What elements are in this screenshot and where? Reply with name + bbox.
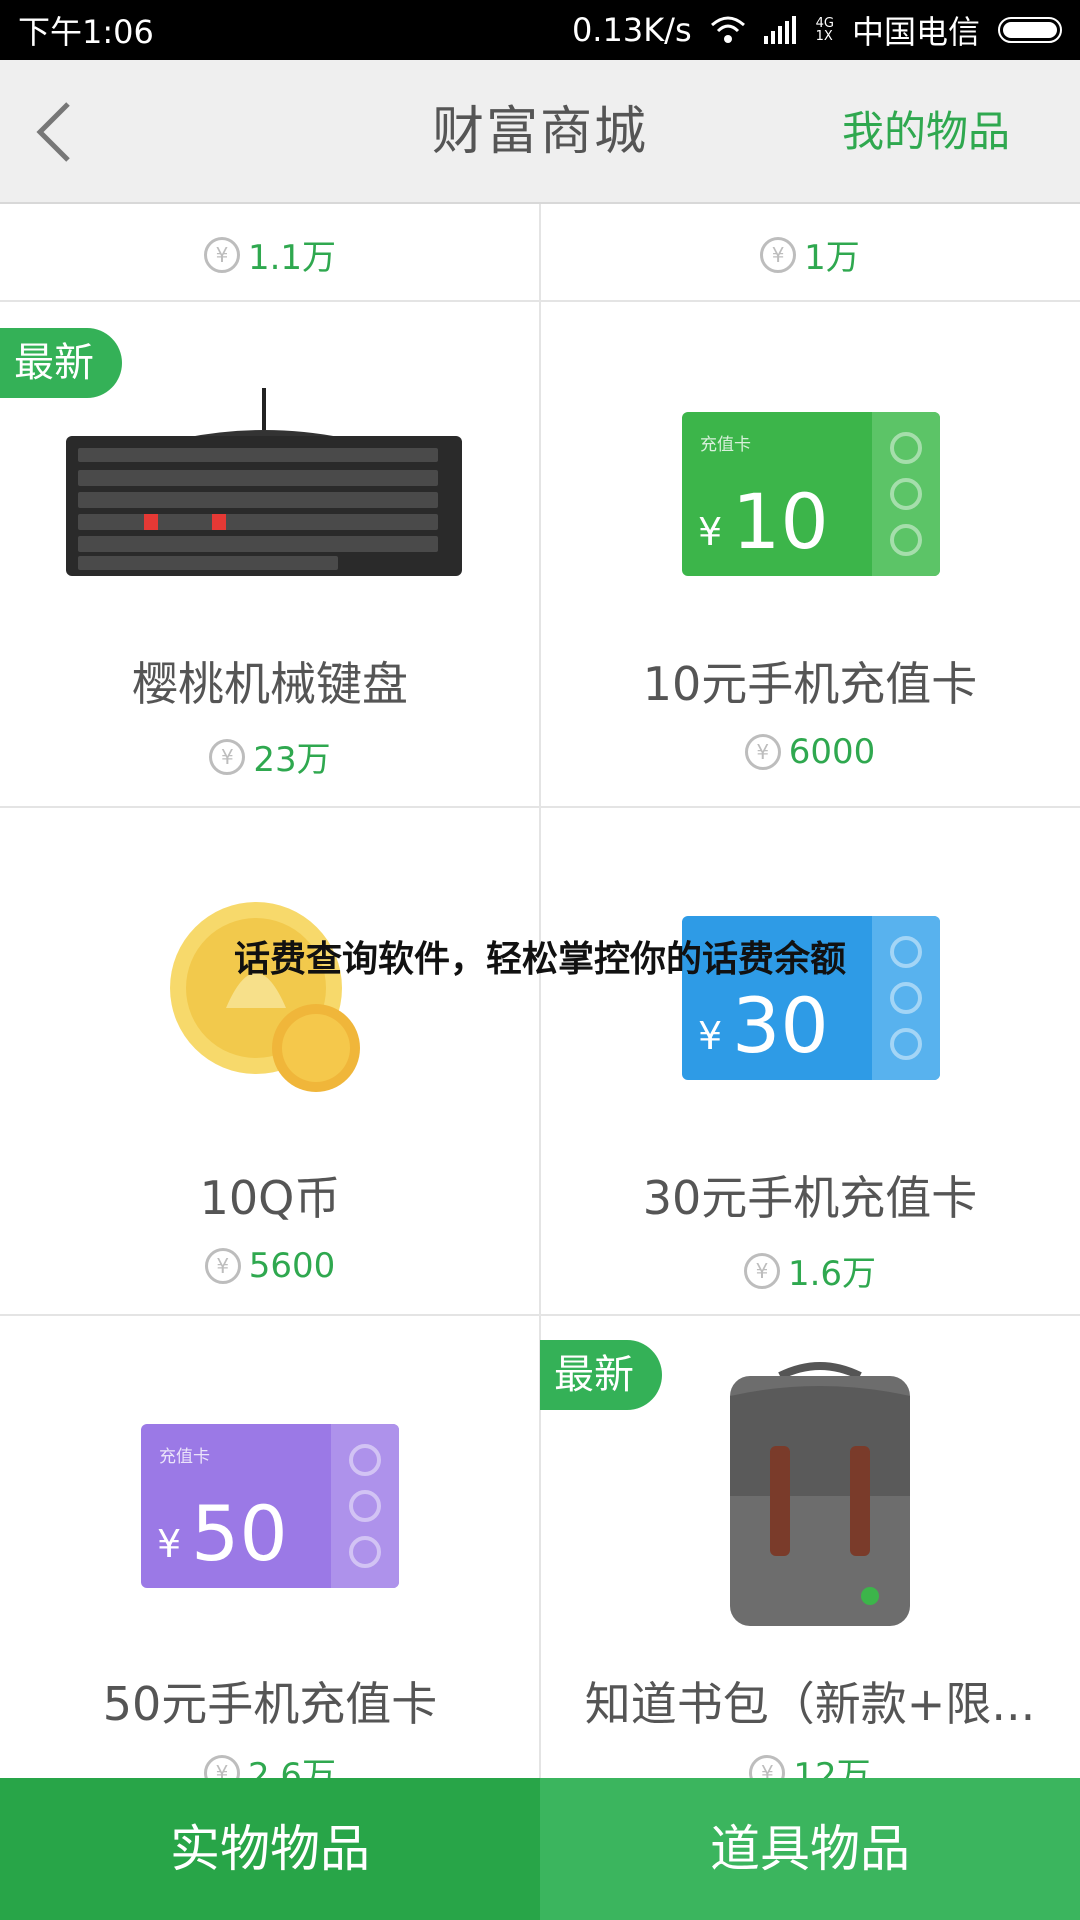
backpack-image (730, 1362, 910, 1626)
product-price: 1万 (804, 238, 860, 278)
mobile-icon (890, 478, 922, 510)
mobile-icon (890, 982, 922, 1014)
status-bar: 下午1:06 0.13K/s 4G 1X 中国电信 (0, 0, 1080, 60)
telecom-icon (890, 524, 922, 556)
recharge-card-image: 充值卡 ¥ 10 (682, 412, 940, 576)
coin-icon: ¥ (743, 1252, 780, 1289)
unicom-icon (890, 432, 922, 464)
nav-bar: 财富商城 我的物品 (0, 60, 1080, 204)
battery-icon (998, 17, 1062, 43)
product-name: 知道书包（新款+限... (584, 1677, 1036, 1731)
product-grid: ¥ 1.1万 ¥ 1万 最新 樱桃机械键盘 ¥ 23万 充值卡 ¥ 10 10元… (0, 204, 1080, 1778)
product-price: 23万 (253, 740, 331, 780)
coin-icon: ¥ (749, 1754, 786, 1778)
product-price: 1.6万 (787, 1254, 877, 1294)
wifi-icon (710, 16, 745, 43)
product-card-keyboard[interactable]: 最新 樱桃机械键盘 ¥ 23万 (0, 302, 540, 806)
network-type: 4G 1X (815, 16, 834, 44)
unicom-icon (349, 1444, 381, 1476)
qcoin-image (170, 902, 360, 1092)
signal-icon (763, 16, 796, 44)
coin-icon: ¥ (760, 236, 797, 273)
status-indicators: 0.13K/s 4G 1X 中国电信 (572, 7, 1062, 53)
my-items-link[interactable]: 我的物品 (842, 60, 1010, 204)
product-card-recharge-50[interactable]: 充值卡 ¥ 50 50元手机充值卡 ¥ 2.6万 (0, 1316, 540, 1778)
product-price: 1.1万 (247, 238, 337, 278)
product-price: 5600 (248, 1246, 336, 1286)
tab-virtual-items[interactable]: 道具物品 (540, 1778, 1080, 1920)
mobile-icon (349, 1490, 381, 1522)
coin-icon: ¥ (204, 1248, 241, 1284)
coin-icon: ¥ (203, 236, 240, 273)
recharge-card-image: 充值卡 ¥ 50 (141, 1424, 399, 1588)
carrier-name: 中国电信 (851, 13, 980, 51)
product-card-partial[interactable]: ¥ 1.1万 (0, 204, 540, 300)
coin-icon: ¥ (209, 738, 246, 775)
telecom-icon (890, 1028, 922, 1060)
network-speed: 0.13K/s (571, 11, 692, 49)
product-name: 10元手机充值卡 (642, 657, 978, 711)
product-name: 50元手机充值卡 (102, 1677, 438, 1731)
keyboard-image (66, 388, 462, 576)
product-name: 10Q币 (199, 1171, 341, 1225)
bottom-tab-bar: 实物物品 道具物品 (0, 1778, 1080, 1920)
telecom-icon (349, 1536, 381, 1568)
product-name: 樱桃机械键盘 (132, 657, 408, 711)
product-name: 30元手机充值卡 (642, 1171, 978, 1225)
product-card-recharge-10[interactable]: 充值卡 ¥ 10 10元手机充值卡 ¥ 6000 (540, 302, 1080, 806)
product-price: 12万 (793, 1756, 871, 1778)
coin-icon: ¥ (744, 734, 781, 770)
status-time: 下午1:06 (18, 13, 154, 51)
product-card-qcoin[interactable]: 10Q币 ¥ 5600 (0, 808, 540, 1314)
overlay-headline: 话费查询软件，轻松掌控你的话费余额 (233, 939, 846, 980)
product-card-recharge-30[interactable]: ¥ 30 30元手机充值卡 ¥ 1.6万 (540, 808, 1080, 1314)
new-badge: 最新 (540, 1340, 662, 1410)
coin-icon: ¥ (203, 1754, 240, 1778)
product-price: 2.6万 (247, 1756, 337, 1778)
product-price: 6000 (788, 732, 876, 772)
tab-physical-items[interactable]: 实物物品 (0, 1778, 540, 1920)
product-card-backpack[interactable]: 最新 知道书包（新款+限... ¥ 12万 (540, 1316, 1080, 1778)
product-card-partial[interactable]: ¥ 1万 (540, 204, 1080, 300)
